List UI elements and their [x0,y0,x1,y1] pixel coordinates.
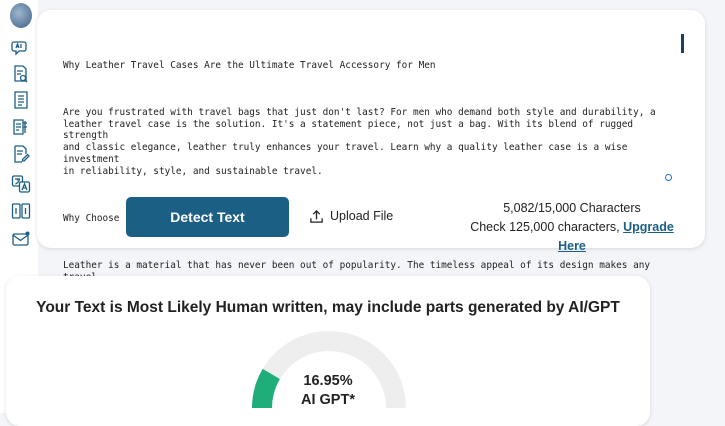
document-search-icon[interactable] [11,64,31,84]
email-icon[interactable] [11,229,31,249]
compare-icon[interactable] [11,201,31,221]
grammar-indicator-icon[interactable] [665,174,672,181]
text-editor-card: Why Leather Travel Cases Are the Ultimat… [37,10,705,318]
document-tools-icon[interactable] [11,117,31,137]
upgrade-prompt: Check 125,000 characters, Upgrade Here [457,218,687,256]
scrollbar-thumb[interactable] [681,34,684,53]
text-paragraph-1: Are you frustrated with travel bags that… [63,106,656,177]
document-edit-icon[interactable] [11,144,31,164]
upload-file-label: Upload File [330,209,394,223]
translate-icon[interactable] [11,174,31,194]
ai-gpt-label: AI GPT* [301,392,355,408]
character-counter: 5,082/15,000 Characters Check 125,000 ch… [457,199,687,256]
upload-icon [310,209,323,223]
ai-chat-icon[interactable] [11,38,31,58]
gauge-label: 16.95% AI GPT* [6,372,650,410]
result-card: Your Text is Most Likely Human written, … [6,276,650,426]
text-title-line: Why Leather Travel Cases Are the Ultimat… [63,59,436,71]
character-count: 5,082/15,000 Characters [503,201,641,215]
detect-text-button[interactable]: Detect Text [126,197,289,237]
document-list-icon[interactable] [11,90,31,110]
brain-logo-icon[interactable] [10,3,32,28]
upgrade-prefix: Check 125,000 characters, [470,220,624,234]
upload-file-button[interactable]: Upload File [309,207,393,225]
result-title: Your Text is Most Likely Human written, … [36,299,620,316]
ai-percent: 16.95% [303,373,353,389]
